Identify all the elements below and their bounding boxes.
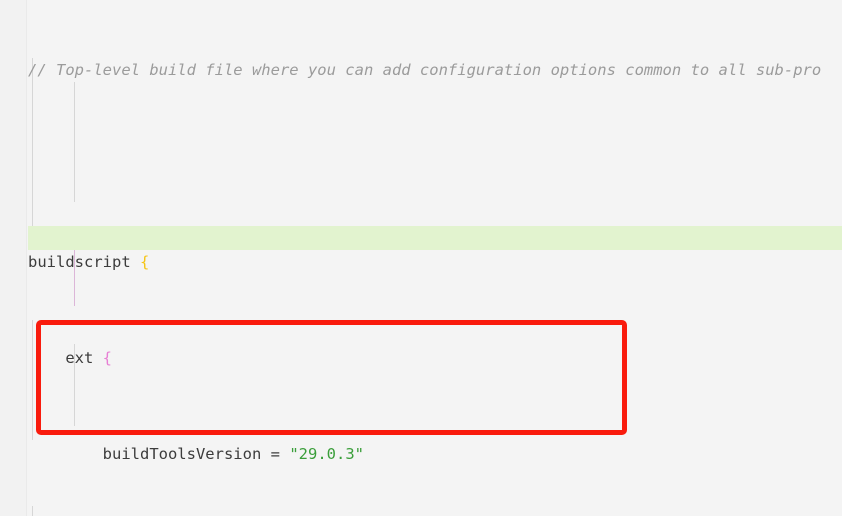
comment-top-level: // Top-level build file where you can ad… (28, 61, 822, 79)
code-line-1[interactable]: // Top-level build file where you can ad… (28, 58, 842, 82)
keyword-ext: ext (65, 349, 94, 367)
code-line-ext[interactable]: ext { (28, 346, 842, 370)
keyword-buildscript: buildscript (28, 253, 131, 271)
operator-equals: = (270, 445, 280, 463)
code-line-buildToolsVersion[interactable]: buildToolsVersion = "29.0.3" (28, 442, 842, 466)
property-buildToolsVersion: buildToolsVersion (102, 445, 262, 463)
editor-gutter[interactable] (0, 0, 27, 516)
brace-open-ext: { (102, 349, 113, 367)
value-buildToolsVersion: "29.0.3" (289, 445, 364, 463)
code-content[interactable]: // Top-level build file where you can ad… (28, 0, 842, 516)
code-line-2[interactable] (28, 154, 842, 178)
code-editor-viewport: // Top-level build file where you can ad… (0, 0, 842, 516)
brace-open-buildscript: { (140, 253, 150, 271)
code-line-buildscript[interactable]: buildscript { (28, 250, 842, 274)
